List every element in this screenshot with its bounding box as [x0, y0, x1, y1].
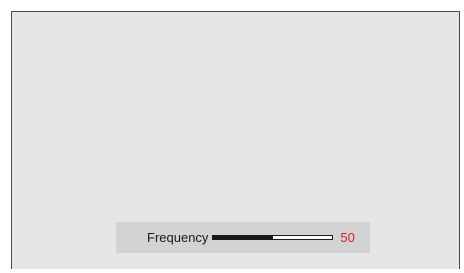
frequency-setting-bar: Frequency 50 — [116, 222, 370, 253]
frequency-value: 50 — [340, 230, 355, 245]
display-screen: Frequency 50 — [11, 11, 460, 269]
frequency-label: Frequency — [147, 230, 209, 245]
frequency-slider[interactable] — [212, 235, 334, 240]
frequency-slider-fill — [213, 236, 273, 239]
